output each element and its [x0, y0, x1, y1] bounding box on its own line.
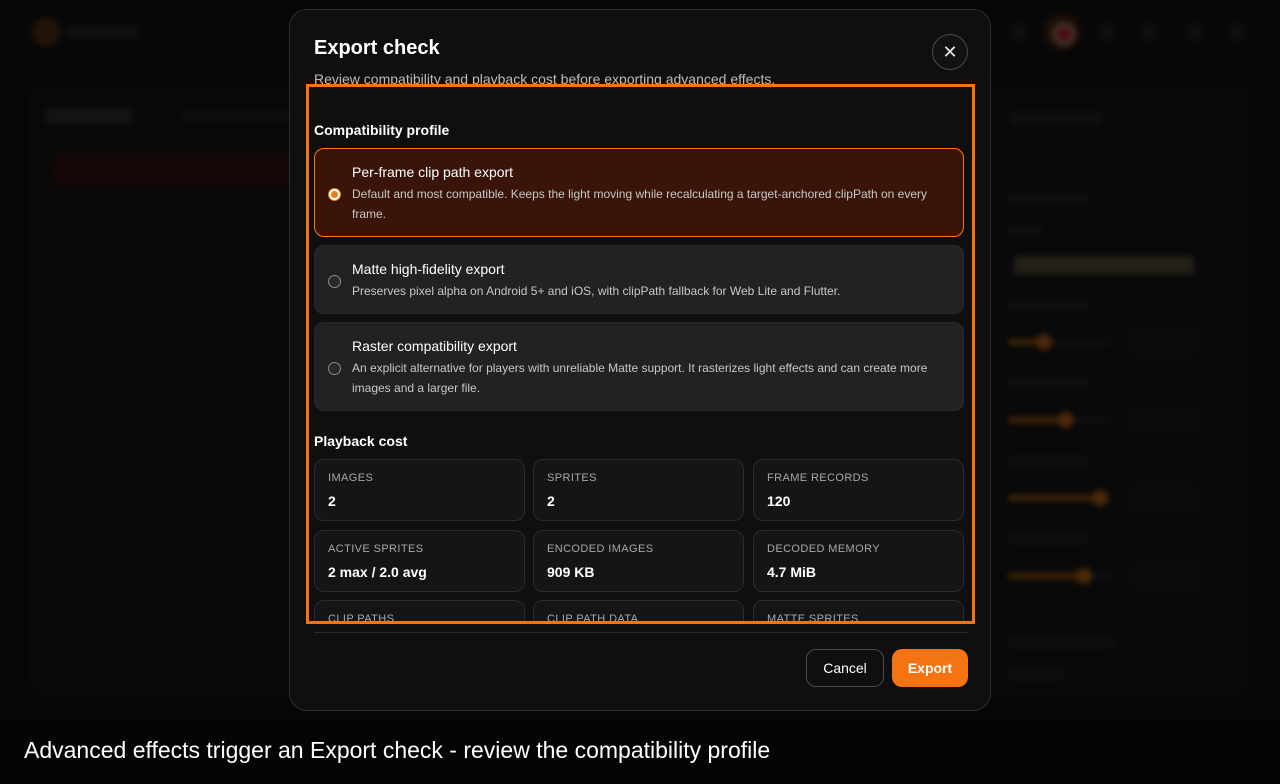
- stat-matte-sprites: MATTE SPRITES: [753, 600, 964, 622]
- cancel-button[interactable]: Cancel: [806, 649, 884, 687]
- option-matte-high-fidelity[interactable]: Matte high-fidelity export Preserves pix…: [314, 245, 964, 314]
- playback-cost-heading: Playback cost: [314, 433, 408, 449]
- stat-label: FRAME RECORDS: [767, 472, 869, 484]
- caption-bar: Advanced effects trigger an Export check…: [0, 720, 1280, 784]
- stat-value: 2: [547, 493, 555, 509]
- dialog-subtitle: Review compatibility and playback cost b…: [314, 71, 776, 87]
- stage: Export check Review compatibility and pl…: [0, 0, 1280, 720]
- stat-label: ACTIVE SPRITES: [328, 543, 424, 555]
- dialog-title: Export check: [314, 37, 440, 59]
- caption-text: Advanced effects trigger an Export check…: [24, 737, 771, 763]
- stat-frame-records: FRAME RECORDS 120: [753, 459, 964, 521]
- option-per-frame-clip-path[interactable]: Per-frame clip path export Default and m…: [314, 148, 964, 237]
- stat-clip-path-data: CLIP PATH DATA: [533, 600, 744, 622]
- stat-value: 2 max / 2.0 avg: [328, 564, 427, 580]
- option-description: Preserves pixel alpha on Android 5+ and …: [352, 284, 841, 298]
- option-title: Matte high-fidelity export: [352, 261, 505, 277]
- stat-value: 120: [767, 493, 791, 509]
- radio-per-frame-clip-path[interactable]: [328, 188, 341, 201]
- stat-clip-paths: CLIP PATHS: [314, 600, 525, 622]
- stat-encoded-images: ENCODED IMAGES 909 KB: [533, 530, 744, 592]
- radio-raster-compatibility[interactable]: [328, 362, 341, 375]
- stat-label: CLIP PATHS: [328, 613, 395, 622]
- stat-decoded-memory: DECODED MEMORY 4.7 MiB: [753, 530, 964, 592]
- option-title: Raster compatibility export: [352, 338, 517, 354]
- stat-label: ENCODED IMAGES: [547, 543, 654, 555]
- stat-label: IMAGES: [328, 472, 374, 484]
- stat-active-sprites: ACTIVE SPRITES 2 max / 2.0 avg: [314, 530, 525, 592]
- export-check-dialog: Export check Review compatibility and pl…: [289, 9, 991, 711]
- option-raster-compatibility[interactable]: Raster compatibility export An explicit …: [314, 322, 964, 411]
- stat-value: 4.7 MiB: [767, 564, 817, 580]
- compatibility-heading: Compatibility profile: [314, 122, 450, 138]
- close-button[interactable]: ✕: [932, 34, 968, 70]
- stat-label: CLIP PATH DATA: [547, 613, 639, 622]
- stat-value: 2: [328, 493, 336, 509]
- stat-label: SPRITES: [547, 472, 597, 484]
- footer-divider: [314, 632, 968, 633]
- close-icon: ✕: [942, 41, 958, 62]
- dialog-scroll-body[interactable]: Compatibility profile Per-frame clip pat…: [314, 88, 964, 622]
- option-description: Default and most compatible. Keeps the l…: [352, 187, 927, 221]
- stat-label: MATTE SPRITES: [767, 613, 859, 622]
- option-description: An explicit alternative for players with…: [352, 361, 928, 395]
- option-title: Per-frame clip path export: [352, 164, 514, 180]
- stat-label: DECODED MEMORY: [767, 543, 880, 555]
- stat-images: IMAGES 2: [314, 459, 525, 521]
- export-button[interactable]: Export: [892, 649, 968, 687]
- radio-matte-high-fidelity[interactable]: [328, 275, 341, 288]
- stat-sprites: SPRITES 2: [533, 459, 744, 521]
- stat-value: 909 KB: [547, 564, 595, 580]
